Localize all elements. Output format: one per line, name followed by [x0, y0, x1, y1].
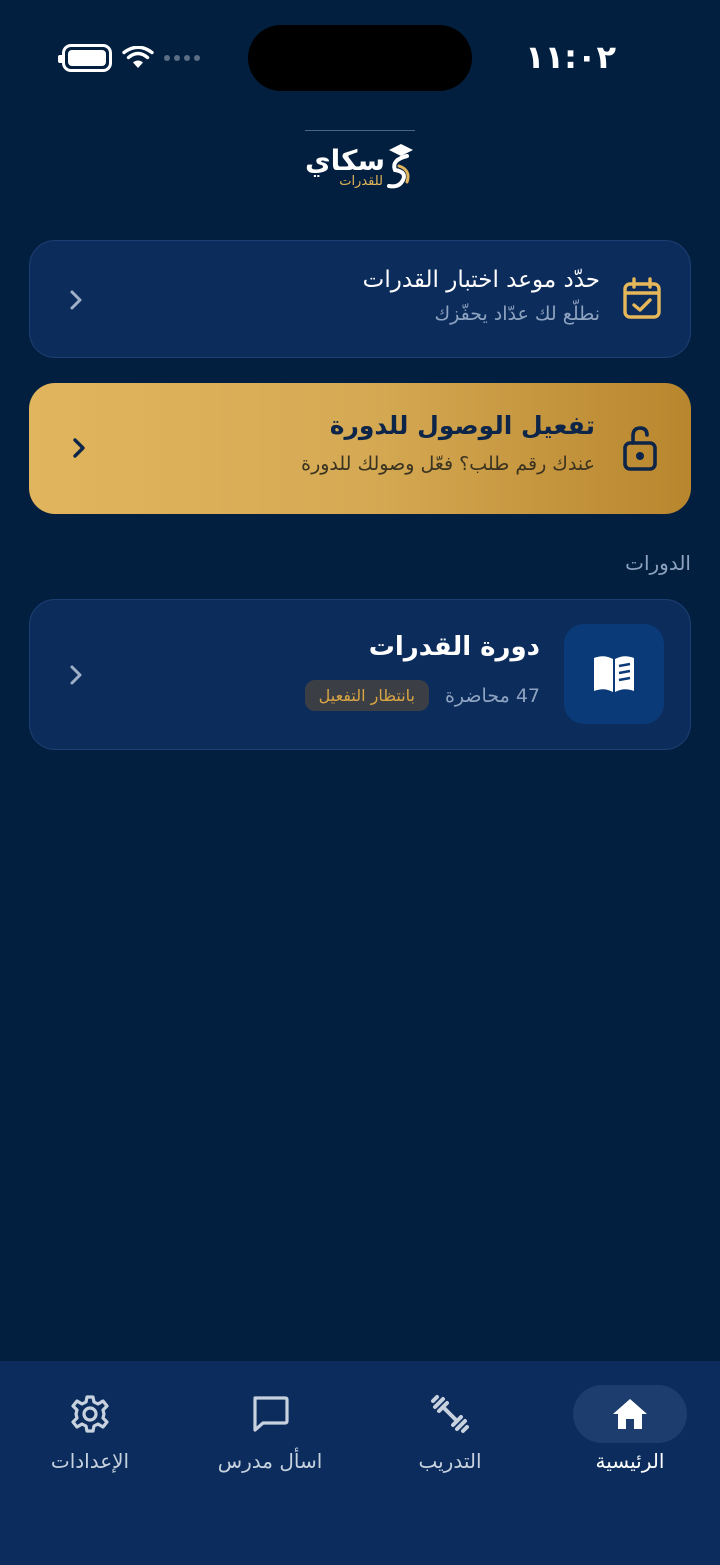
- course-meta: 47 محاضرة بانتظار التفعيل: [304, 680, 540, 711]
- graduation-cap-icon: [387, 144, 413, 189]
- chevron-left-icon: [70, 665, 82, 685]
- schedule-card-subtitle: نطلّع لك عدّاد يحفّزك: [434, 303, 600, 325]
- chat-icon: [253, 1396, 289, 1432]
- activate-access-card[interactable]: تفعيل الوصول للدورة عندك رقم طلب؟ فعّل و…: [29, 383, 691, 514]
- course-lecture-count: 47 محاضرة: [444, 684, 540, 707]
- course-thumbnail: [564, 624, 664, 724]
- chevron-left-icon: [73, 438, 85, 458]
- app-logo: سكاي للقدرات: [305, 130, 415, 196]
- tab-training[interactable]: التدريب: [360, 1385, 540, 1485]
- courses-section-title: الدورات: [625, 551, 691, 575]
- logo-subtitle: للقدرات: [339, 174, 383, 189]
- battery-icon: [58, 44, 112, 72]
- tab-ask-teacher-label: اسأل مدرس: [217, 1449, 323, 1473]
- dynamic-island: [248, 25, 472, 91]
- tab-home-label: الرئيسية: [595, 1449, 665, 1473]
- tab-settings-label: الإعدادات: [50, 1449, 130, 1473]
- course-card[interactable]: دورة القدرات 47 محاضرة بانتظار التفعيل: [29, 599, 691, 750]
- unlock-icon: [623, 426, 657, 471]
- status-badge: بانتظار التفعيل: [304, 680, 429, 711]
- cellular-signal-icon: [164, 55, 200, 61]
- calendar-check-icon: [623, 277, 661, 319]
- tab-settings[interactable]: الإعدادات: [0, 1385, 180, 1485]
- tab-home[interactable]: الرئيسية: [540, 1385, 720, 1485]
- book-icon: [594, 656, 634, 692]
- activate-card-subtitle: عندك رقم طلب؟ فعّل وصولك للدورة: [301, 453, 595, 475]
- chevron-left-icon: [70, 290, 82, 310]
- schedule-test-card[interactable]: حدّد موعد اختبار القدرات نطلّع لك عدّاد …: [29, 240, 691, 358]
- wifi-icon: [122, 46, 154, 68]
- status-icons: [58, 40, 200, 76]
- schedule-card-title: حدّد موعد اختبار القدرات: [362, 267, 600, 293]
- status-bar: ١١:٠٢: [0, 0, 720, 110]
- home-icon: [613, 1399, 647, 1429]
- status-time: ١١:٠٢: [525, 38, 616, 76]
- activate-card-title: تفعيل الوصول للدورة: [329, 411, 595, 440]
- gear-icon: [71, 1395, 109, 1433]
- dumbbell-icon: [431, 1395, 469, 1433]
- tab-home-highlight: [573, 1385, 687, 1443]
- bottom-tab-bar: الرئيسية التدريب اسأل مدرس الإعدادات: [0, 1361, 720, 1565]
- tab-training-label: التدريب: [418, 1449, 482, 1473]
- course-title: دورة القدرات: [368, 632, 540, 662]
- tab-ask-teacher[interactable]: اسأل مدرس: [180, 1385, 360, 1485]
- home-screen: ١١:٠٢ سكاي للقدرات حدّد موعد اختبار القد…: [0, 0, 720, 1565]
- logo-wordmark: سكاي: [305, 144, 385, 177]
- logo-divider: [305, 130, 415, 131]
